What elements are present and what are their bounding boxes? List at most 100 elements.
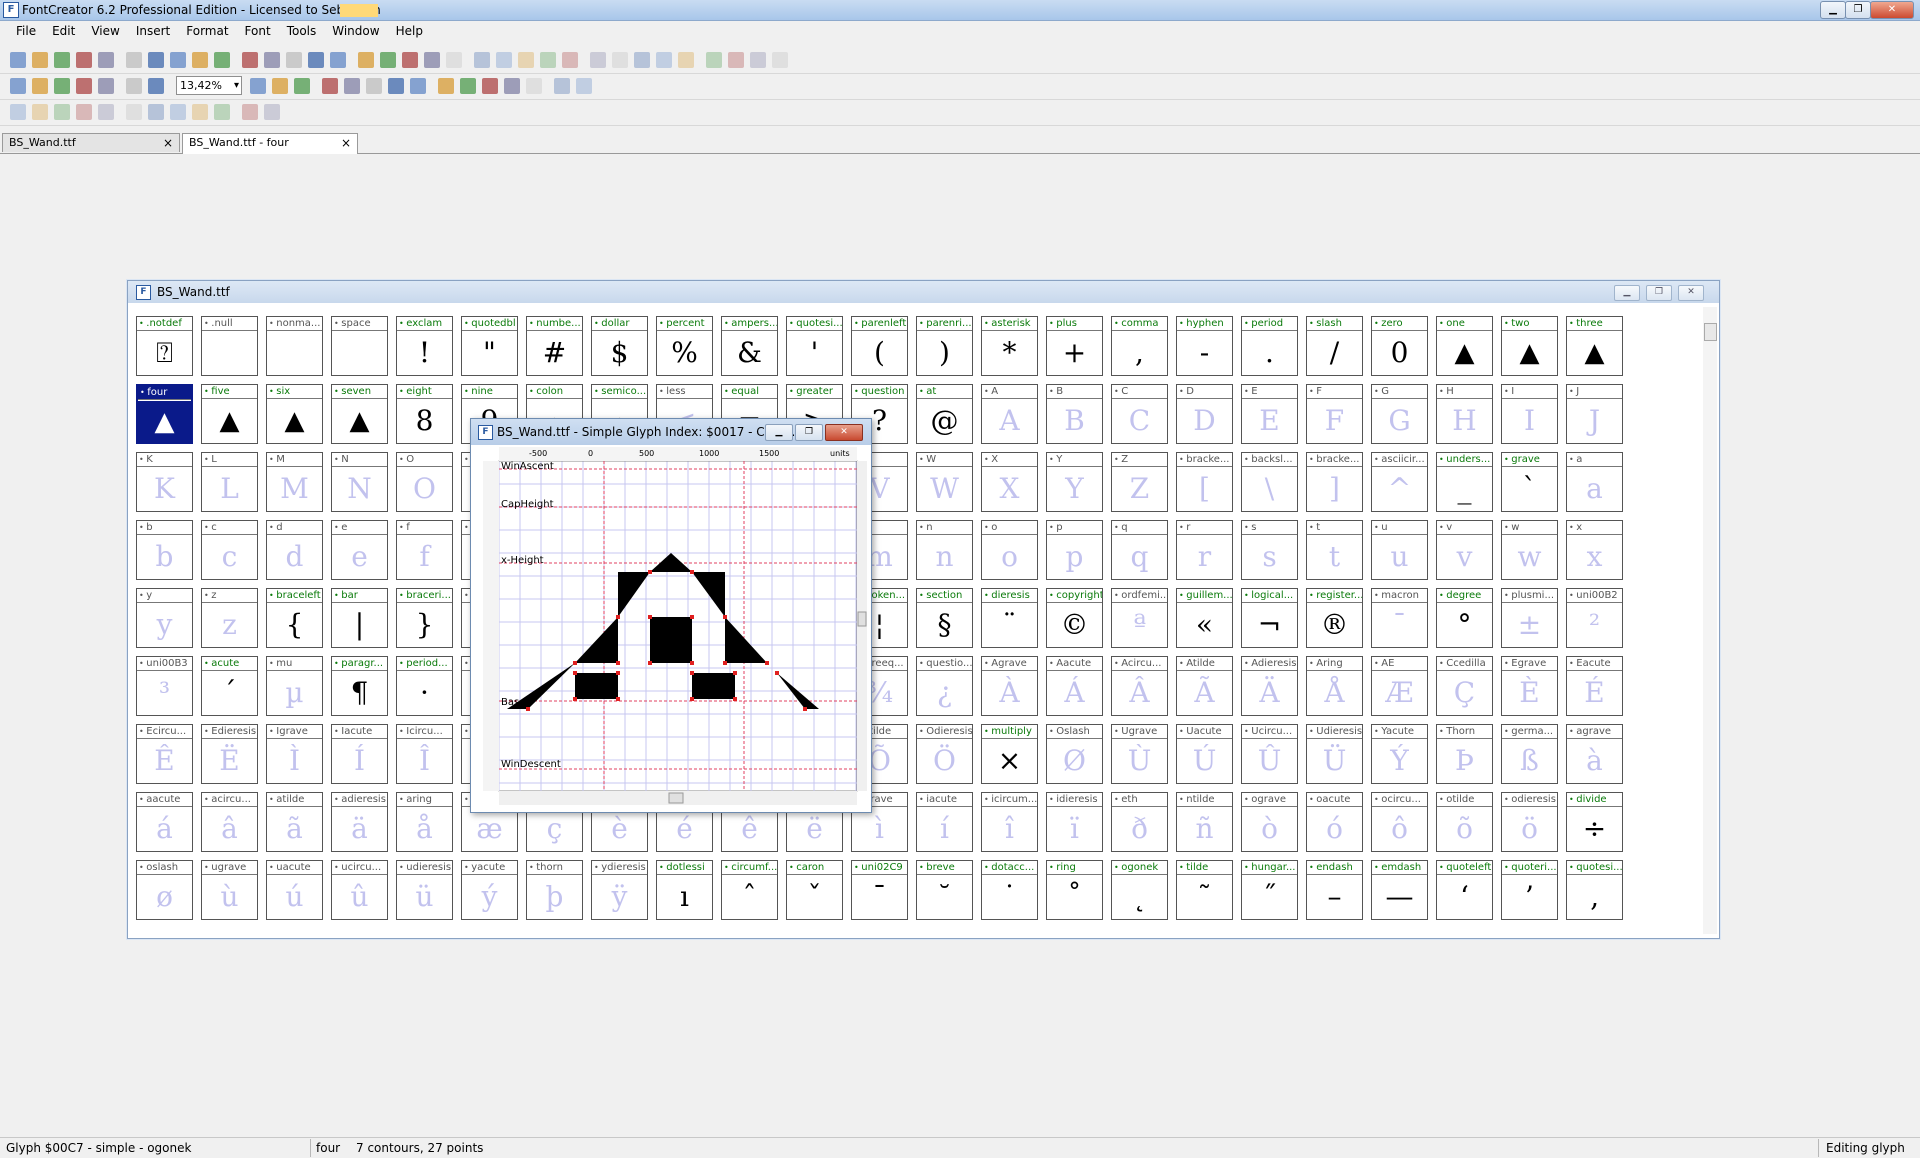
glyph-cell[interactable]: YY: [1046, 452, 1103, 512]
menu-insert[interactable]: Insert: [128, 21, 178, 38]
glyph-cell[interactable]: dd: [266, 520, 323, 580]
glyph-cell[interactable]: Iacute Í: [331, 724, 388, 784]
glyph-cell[interactable]: parenleft (: [851, 316, 908, 376]
glyph-cell[interactable]: space: [331, 316, 388, 376]
toolbar-icon[interactable]: [322, 78, 338, 94]
maximize-button[interactable]: ❐: [1845, 1, 1871, 19]
glyph-cell[interactable]: ss: [1241, 520, 1298, 580]
close-button[interactable]: ✕: [825, 424, 863, 441]
tab-glyph-four[interactable]: BS_Wand.ttf - four ×: [182, 133, 358, 154]
glyph-cell[interactable]: NN: [331, 452, 388, 512]
glyph-cell[interactable]: germa... ß: [1501, 724, 1558, 784]
glyph-cell[interactable]: period... ·: [396, 656, 453, 716]
toolbar-icon[interactable]: [54, 52, 70, 68]
glyph-cell[interactable]: tilde ˜: [1176, 860, 1233, 920]
glyph-cell[interactable]: Atilde Ã: [1176, 656, 1233, 716]
toolbar-icon[interactable]: [706, 52, 722, 68]
glyph-cell[interactable]: oacute ó: [1306, 792, 1363, 852]
glyph-cell[interactable]: odieresis ö: [1501, 792, 1558, 852]
glyph-cell[interactable]: oslash ø: [136, 860, 193, 920]
glyph-cell[interactable]: AA: [981, 384, 1038, 444]
glyph-cell[interactable]: yy: [136, 588, 193, 648]
glyph-cell[interactable]: .null: [201, 316, 258, 376]
glyph-cell[interactable]: dotacc... ˙: [981, 860, 1038, 920]
glyph-canvas[interactable]: -500 0 500 1000 1500 units WinAscent Cap…: [475, 447, 867, 809]
toolbar-icon[interactable]: [410, 78, 426, 94]
glyph-cell[interactable]: asciicir... ^: [1371, 452, 1428, 512]
glyph-cell[interactable]: five ▲: [201, 384, 258, 444]
minimize-button[interactable]: ▁: [1820, 1, 1846, 19]
contour-point[interactable]: [775, 671, 779, 675]
glyph-cell[interactable]: BB: [1046, 384, 1103, 444]
toolbar-icon[interactable]: [518, 52, 534, 68]
glyph-cell[interactable]: rr: [1176, 520, 1233, 580]
glyph-cell[interactable]: quotedbl ": [461, 316, 518, 376]
menu-window[interactable]: Window: [324, 21, 387, 38]
glyph-cell[interactable]: otilde õ: [1436, 792, 1493, 852]
glyph-cell[interactable]: unders... _: [1436, 452, 1493, 512]
scroll-thumb[interactable]: [1704, 323, 1717, 341]
glyph-cell[interactable]: uu: [1371, 520, 1428, 580]
glyph-cell[interactable]: udieresis ü: [396, 860, 453, 920]
close-icon[interactable]: ×: [341, 134, 351, 152]
toolbar-icon[interactable]: [526, 78, 542, 94]
toolbar-icon[interactable]: [554, 78, 570, 94]
glyph-cell[interactable]: oo: [981, 520, 1038, 580]
glyph-cell[interactable]: xx: [1566, 520, 1623, 580]
glyph-cell[interactable]: Ccedilla Ç: [1436, 656, 1493, 716]
glyph-cell[interactable]: Aring Å: [1306, 656, 1363, 716]
glyph-cell[interactable]: grave `: [1501, 452, 1558, 512]
glyph-cell[interactable]: ugrave ù: [201, 860, 258, 920]
glyph-cell[interactable]: uacute ú: [266, 860, 323, 920]
toolbar-icon[interactable]: [294, 78, 310, 94]
glyph-cell[interactable]: ydieresis ÿ: [591, 860, 648, 920]
toolbar-icon[interactable]: [656, 52, 672, 68]
toolbar-icon[interactable]: [214, 104, 230, 120]
glyph-cell[interactable]: ordfemi... ª: [1111, 588, 1168, 648]
toolbar-icon[interactable]: [496, 52, 512, 68]
contour-point[interactable]: [690, 615, 694, 619]
toolbar-icon[interactable]: [242, 52, 258, 68]
fontcreator-app-icon[interactable]: F: [3, 2, 19, 18]
glyph-cell[interactable]: divide ÷: [1566, 792, 1623, 852]
toolbar-icon[interactable]: [474, 52, 490, 68]
contour-point[interactable]: [690, 697, 694, 701]
toolbar-icon[interactable]: [634, 52, 650, 68]
glyph-cell[interactable]: AE Æ: [1371, 656, 1428, 716]
glyph-cell[interactable]: JJ: [1566, 384, 1623, 444]
glyph-cell[interactable]: caron ˇ: [786, 860, 843, 920]
glyph-cell[interactable]: uni00B3 ³: [136, 656, 193, 716]
contour-point[interactable]: [723, 661, 727, 665]
glyph-cell[interactable]: ring ˚: [1046, 860, 1103, 920]
glyph-cell[interactable]: tt: [1306, 520, 1363, 580]
glyph-cell[interactable]: backsl... \: [1241, 452, 1298, 512]
glyph-cell[interactable]: acute ´: [201, 656, 258, 716]
glyph-cell[interactable]: multiply ×: [981, 724, 1038, 784]
close-button[interactable]: ✕: [1870, 1, 1914, 19]
glyph-cell[interactable]: pp: [1046, 520, 1103, 580]
glyph-cell[interactable]: ocircu... ô: [1371, 792, 1428, 852]
glyph-cell[interactable]: Oslash Ø: [1046, 724, 1103, 784]
glyph-cell[interactable]: bb: [136, 520, 193, 580]
contour-point[interactable]: [723, 615, 727, 619]
glyph-cell[interactable]: dollar $: [591, 316, 648, 376]
glyph-cell[interactable]: two ▲: [1501, 316, 1558, 376]
zoom-select[interactable]: 13,42%: [176, 76, 242, 95]
contour-point[interactable]: [765, 661, 769, 665]
glyph-cell[interactable]: one ▲: [1436, 316, 1493, 376]
menu-help[interactable]: Help: [388, 21, 431, 38]
glyph-cell[interactable]: ntilde ñ: [1176, 792, 1233, 852]
contour-point[interactable]: [616, 671, 620, 675]
glyph-cell[interactable]: plusmi... ±: [1501, 588, 1558, 648]
glyph-cell[interactable]: Ucircu... Û: [1241, 724, 1298, 784]
toolbar-icon[interactable]: [98, 52, 114, 68]
glyph-cell[interactable]: exclam!: [396, 316, 453, 376]
contour-point[interactable]: [616, 661, 620, 665]
toolbar-icon[interactable]: [612, 52, 628, 68]
toolbar-icon[interactable]: [148, 104, 164, 120]
glyph-cell[interactable]: at @: [916, 384, 973, 444]
glyph-cell[interactable]: icircum... î: [981, 792, 1038, 852]
contour-point[interactable]: [648, 570, 652, 574]
glyph-cell[interactable]: uni00B2 ²: [1566, 588, 1623, 648]
glyph-cell[interactable]: section §: [916, 588, 973, 648]
